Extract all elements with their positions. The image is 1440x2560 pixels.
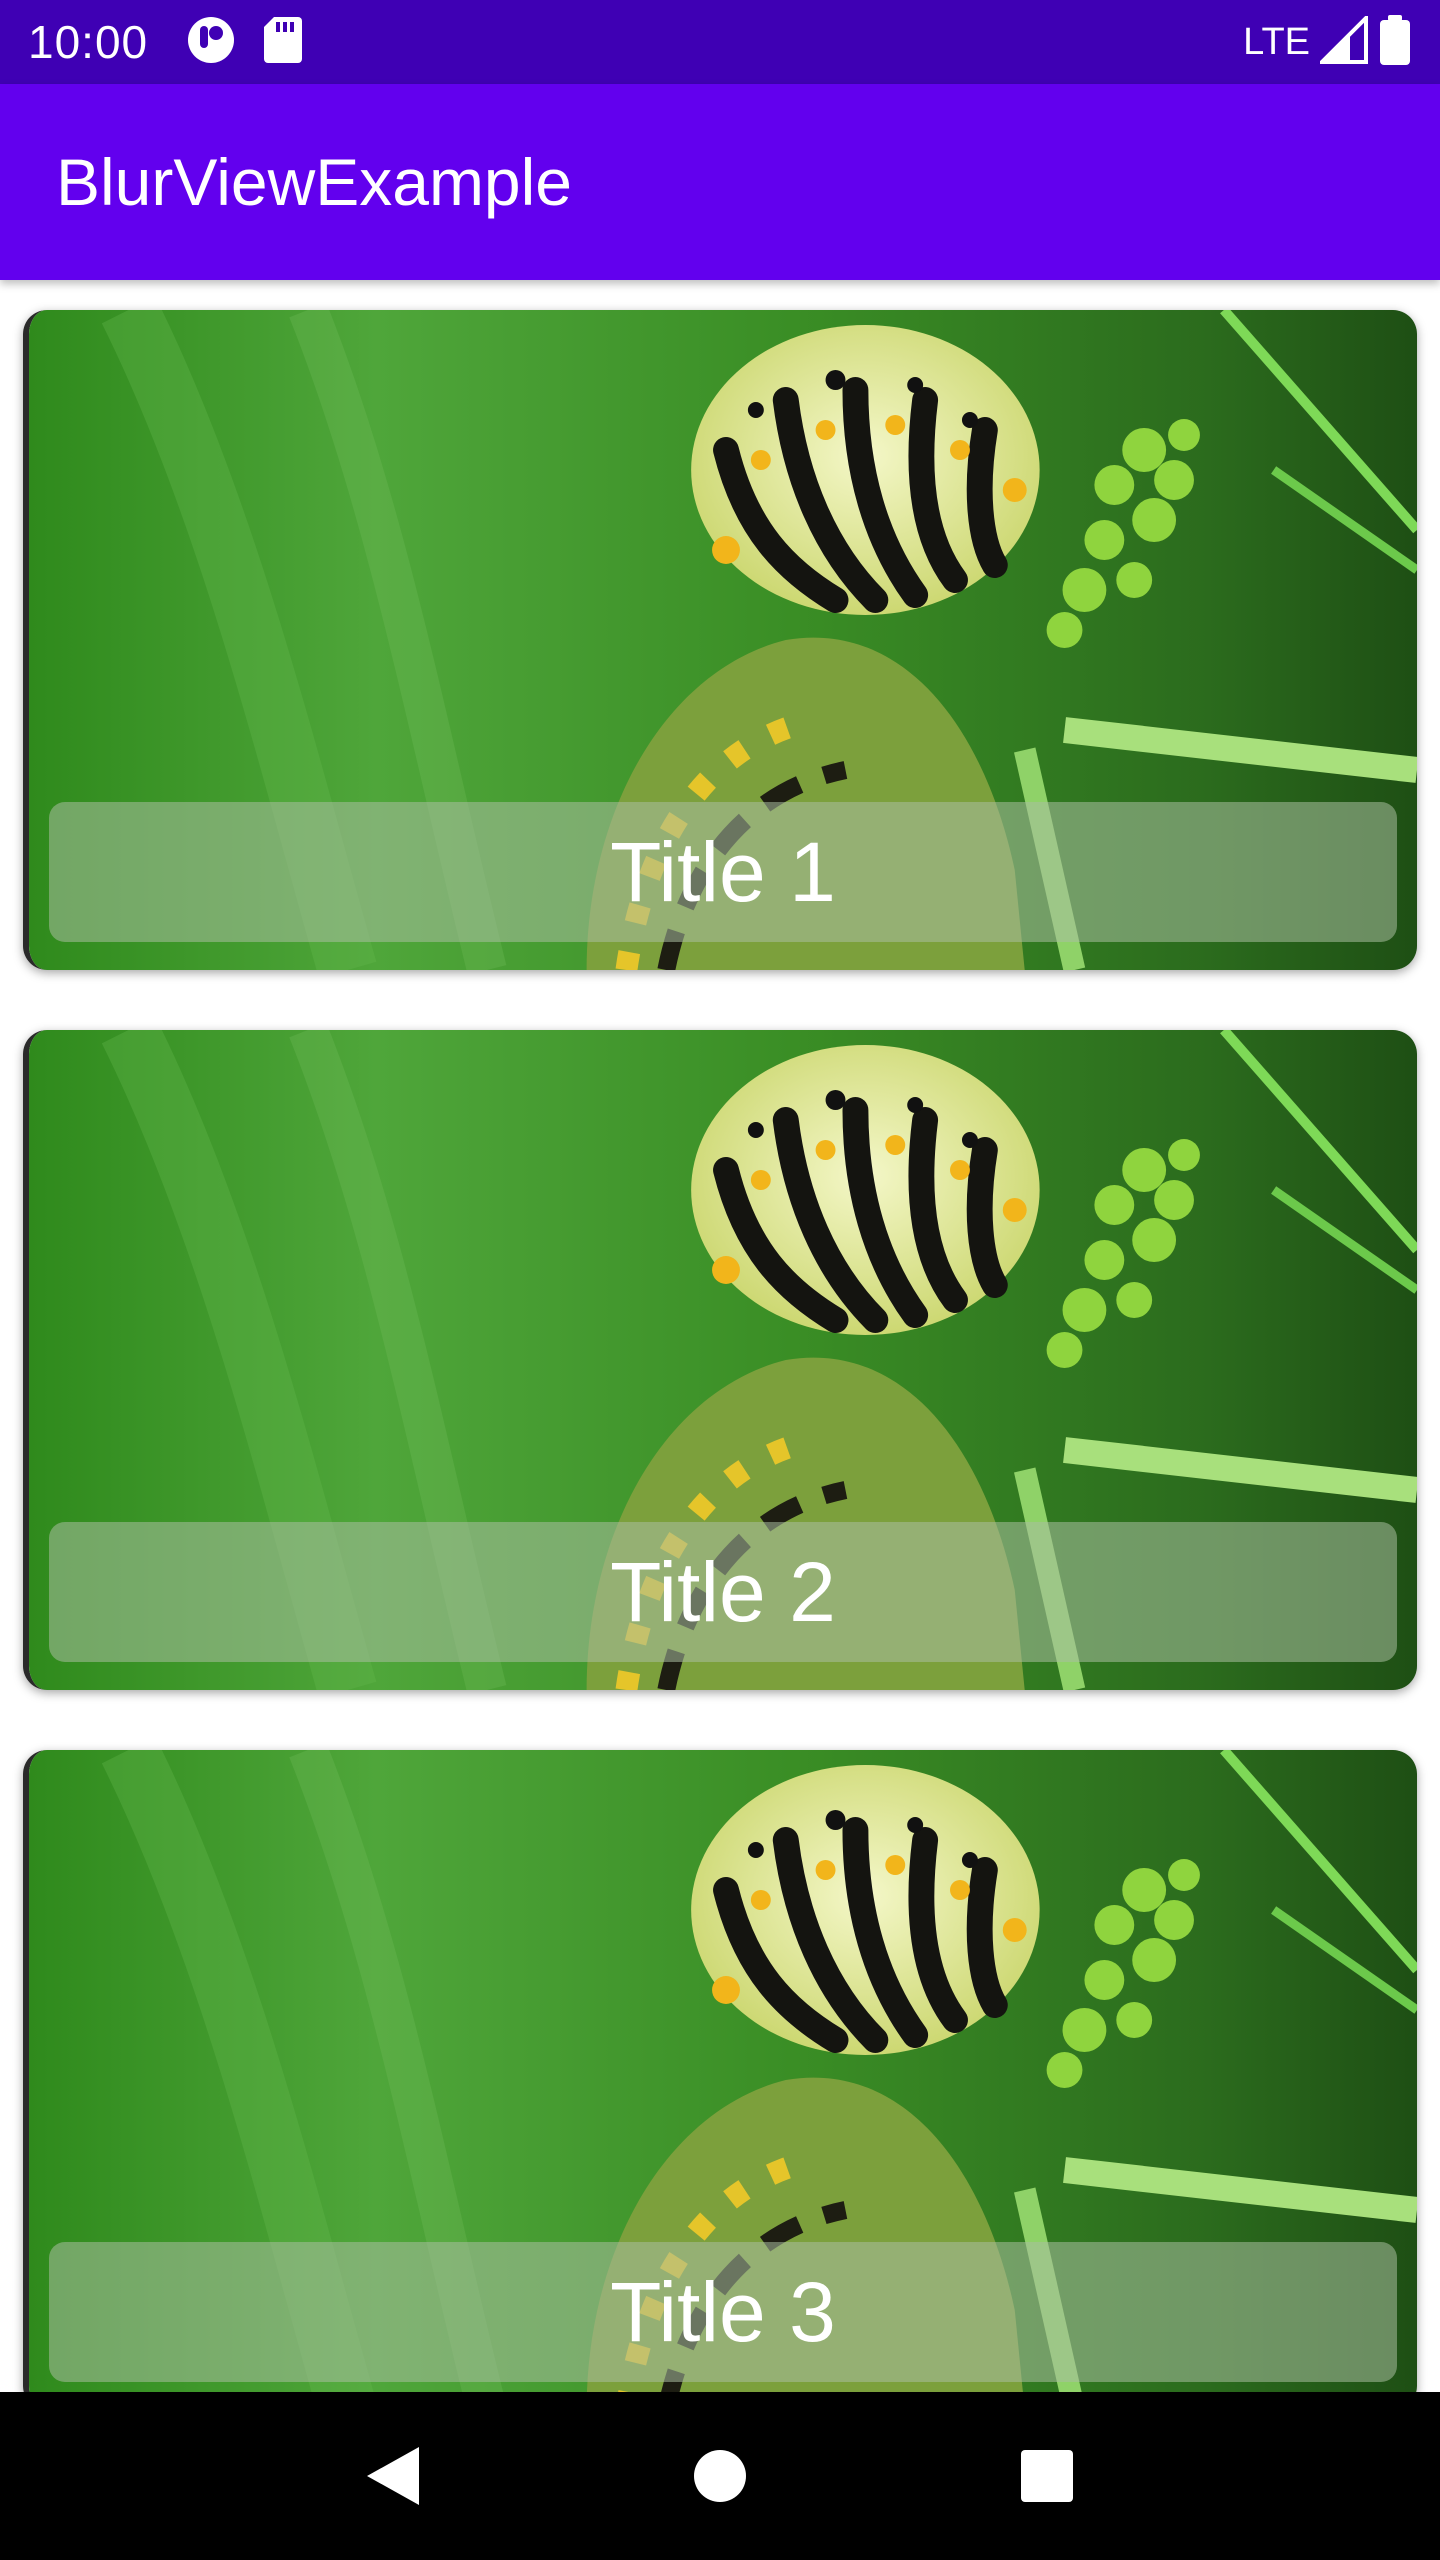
card-title: Title 1 [610,824,836,919]
recents-icon[interactable] [987,2416,1107,2536]
card[interactable]: Title 3 [23,1750,1417,2392]
app-toolbar: BlurViewExample [0,84,1440,280]
status-system-icons: LTE [1243,12,1412,70]
sd-card-icon [264,16,303,68]
card[interactable]: Title 2 [23,1030,1417,1690]
battery-icon [1378,14,1412,70]
signal-icon [1317,12,1368,69]
notification-app-icon [186,15,236,70]
status-notification-icons [186,15,303,70]
back-icon[interactable] [333,2416,453,2536]
blur-title-panel: Title 3 [49,2242,1397,2382]
app-title: BlurViewExample [56,145,573,219]
card-title: Title 3 [610,2264,836,2359]
home-icon[interactable] [660,2416,780,2536]
status-bar: 10:00 LTE [0,0,1440,84]
network-type-label: LTE [1243,20,1310,63]
card[interactable]: Title 1 [23,310,1417,970]
card-list[interactable]: Title 1 Title 2 Title 3 [0,280,1440,2392]
blur-title-panel: Title 1 [49,802,1397,942]
system-nav-bar [0,2392,1440,2560]
status-time: 10:00 [28,16,149,68]
blur-title-panel: Title 2 [49,1522,1397,1662]
card-title: Title 2 [610,1544,836,1639]
